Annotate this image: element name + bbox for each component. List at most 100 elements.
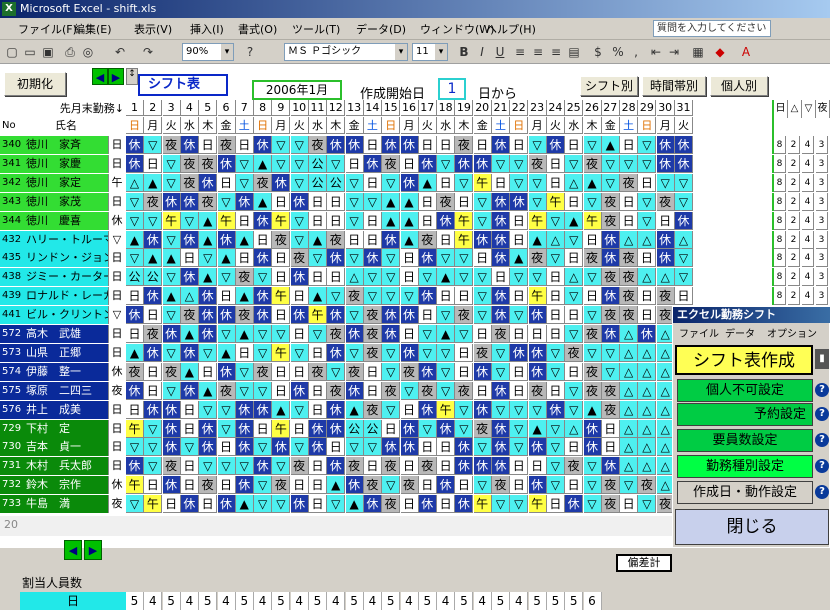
shift-cell[interactable]: 日 [235, 211, 254, 230]
shift-cell[interactable]: 日 [144, 476, 163, 495]
shift-cell[interactable]: ▽ [437, 154, 456, 173]
shift-cell[interactable]: 休 [492, 438, 510, 457]
shift-cell[interactable]: ▲ [272, 400, 291, 419]
shift-cell[interactable]: △ [638, 400, 657, 419]
shift-cell[interactable]: ▽ [455, 325, 474, 343]
shift-cell[interactable]: ▽ [327, 154, 346, 173]
shift-cell[interactable]: ▽ [254, 438, 273, 457]
shift-cell[interactable]: ▽ [290, 230, 309, 249]
shift-cell[interactable]: 休 [327, 400, 346, 419]
shift-cell[interactable]: ▲ [327, 476, 346, 495]
shift-cell[interactable]: ▽ [510, 173, 529, 192]
shift-cell[interactable]: 夜 [601, 476, 620, 495]
shift-cell[interactable]: ▲ [345, 495, 364, 514]
shift-cell[interactable]: 日 [327, 438, 346, 457]
shift-cell[interactable]: 日 [272, 249, 291, 268]
shift-cell[interactable]: ▽ [675, 268, 693, 287]
shift-cell[interactable]: 公 [309, 173, 327, 192]
shift-cell[interactable]: ▽ [180, 211, 199, 230]
personal-unavailable-button[interactable]: 個人不可設定 [677, 379, 813, 402]
bold-icon[interactable]: B [456, 44, 472, 60]
shift-cell[interactable]: 休 [345, 381, 364, 400]
shift-cell[interactable]: 休 [217, 495, 236, 514]
shift-cell[interactable]: 夜 [528, 249, 547, 268]
shift-cell[interactable]: 日 [601, 419, 620, 438]
shift-cell[interactable]: △ [638, 362, 657, 381]
shift-cell[interactable]: ▽ [272, 136, 291, 154]
shift-cell[interactable]: ▽ [638, 192, 657, 211]
shift-cell[interactable]: ▽ [510, 268, 529, 287]
shift-cell[interactable]: ▽ [217, 268, 236, 287]
shift-cell[interactable]: 休 [528, 362, 547, 381]
shift-cell[interactable]: ▽ [546, 343, 565, 362]
shift-cell[interactable]: ▽ [254, 381, 273, 400]
shift-cell[interactable]: 夜 [363, 306, 382, 325]
shift-cell[interactable]: ▽ [473, 268, 492, 287]
shift-cell[interactable]: 日 [272, 268, 291, 287]
shift-cell[interactable]: 夜 [180, 154, 199, 173]
shift-cell[interactable]: ▲ [235, 495, 254, 514]
shift-cell[interactable]: 休 [290, 192, 309, 211]
shift-cell[interactable]: ▽ [382, 268, 401, 287]
shift-cell[interactable]: ▽ [217, 325, 236, 343]
shift-cell[interactable]: ▽ [144, 457, 163, 476]
shift-cell[interactable]: 休 [327, 249, 346, 268]
shift-cell[interactable]: 休 [473, 457, 492, 476]
shift-cell[interactable]: ▲ [510, 249, 529, 268]
shift-cell[interactable]: 日 [492, 268, 510, 287]
shift-cell[interactable]: 午 [546, 192, 565, 211]
shift-cell[interactable]: ▽ [473, 476, 492, 495]
shift-cell[interactable]: 休 [583, 438, 602, 457]
shift-cell[interactable]: 休 [199, 419, 218, 438]
shift-cell[interactable]: ▲ [400, 211, 419, 230]
shift-cell[interactable]: △ [620, 230, 639, 249]
shift-cell[interactable]: 休 [345, 136, 364, 154]
shift-cell[interactable]: ▽ [126, 192, 144, 211]
shift-cell[interactable]: 日 [437, 230, 456, 249]
shift-cell[interactable]: 休 [162, 419, 181, 438]
shift-cell[interactable]: 休 [126, 381, 144, 400]
shift-cell[interactable]: ▽ [382, 173, 401, 192]
shift-cell[interactable]: 日 [418, 306, 437, 325]
shift-cell[interactable]: 日 [400, 400, 419, 419]
shift-cell[interactable]: 休 [217, 306, 236, 325]
shift-cell[interactable]: 休 [254, 400, 273, 419]
shift-cell[interactable]: 休 [309, 438, 327, 457]
shift-cell[interactable]: 休 [382, 325, 401, 343]
shift-cell[interactable]: 日 [455, 287, 474, 306]
shift-cell[interactable]: 午 [272, 419, 291, 438]
shift-cell[interactable]: ▲ [235, 325, 254, 343]
help-icon[interactable]: ? [815, 485, 829, 499]
shift-cell[interactable]: ▽ [162, 230, 181, 249]
shift-cell[interactable]: 日 [565, 476, 584, 495]
shift-cell[interactable]: 日 [327, 268, 346, 287]
shift-cell[interactable]: ▽ [290, 438, 309, 457]
shift-cell[interactable]: 休 [217, 362, 236, 381]
shift-cell[interactable]: ▽ [327, 495, 346, 514]
shift-cell[interactable]: 休 [327, 419, 346, 438]
shift-cell[interactable]: ▽ [363, 438, 382, 457]
shift-cell[interactable]: ▲ [235, 230, 254, 249]
shift-cell[interactable]: 日 [437, 173, 456, 192]
shift-cell[interactable]: ▽ [382, 476, 401, 495]
shift-cell[interactable]: ▽ [144, 438, 163, 457]
shift-cell[interactable]: 休 [455, 495, 474, 514]
redo-icon[interactable]: ↷ [140, 44, 156, 60]
shift-cell[interactable]: 夜 [217, 381, 236, 400]
shift-cell[interactable]: ▽ [546, 457, 565, 476]
shift-cell[interactable]: ▽ [382, 343, 401, 362]
shift-cell[interactable]: 夜 [363, 325, 382, 343]
shift-cell[interactable]: 夜 [583, 381, 602, 400]
shift-cell[interactable]: 休 [363, 154, 382, 173]
shift-cell[interactable]: 夜 [272, 230, 291, 249]
shift-cell[interactable]: 日 [180, 400, 199, 419]
shift-cell[interactable]: 休 [400, 419, 419, 438]
shift-cell[interactable]: 日 [217, 173, 236, 192]
shift-cell[interactable]: ▽ [583, 306, 602, 325]
shift-cell[interactable]: 休 [418, 154, 437, 173]
shift-cell[interactable]: ▽ [455, 173, 474, 192]
shift-cell[interactable]: 休 [235, 438, 254, 457]
shift-cell[interactable]: 休 [675, 154, 693, 173]
shift-cell[interactable]: 休 [492, 192, 510, 211]
shift-cell[interactable]: △ [620, 400, 639, 419]
